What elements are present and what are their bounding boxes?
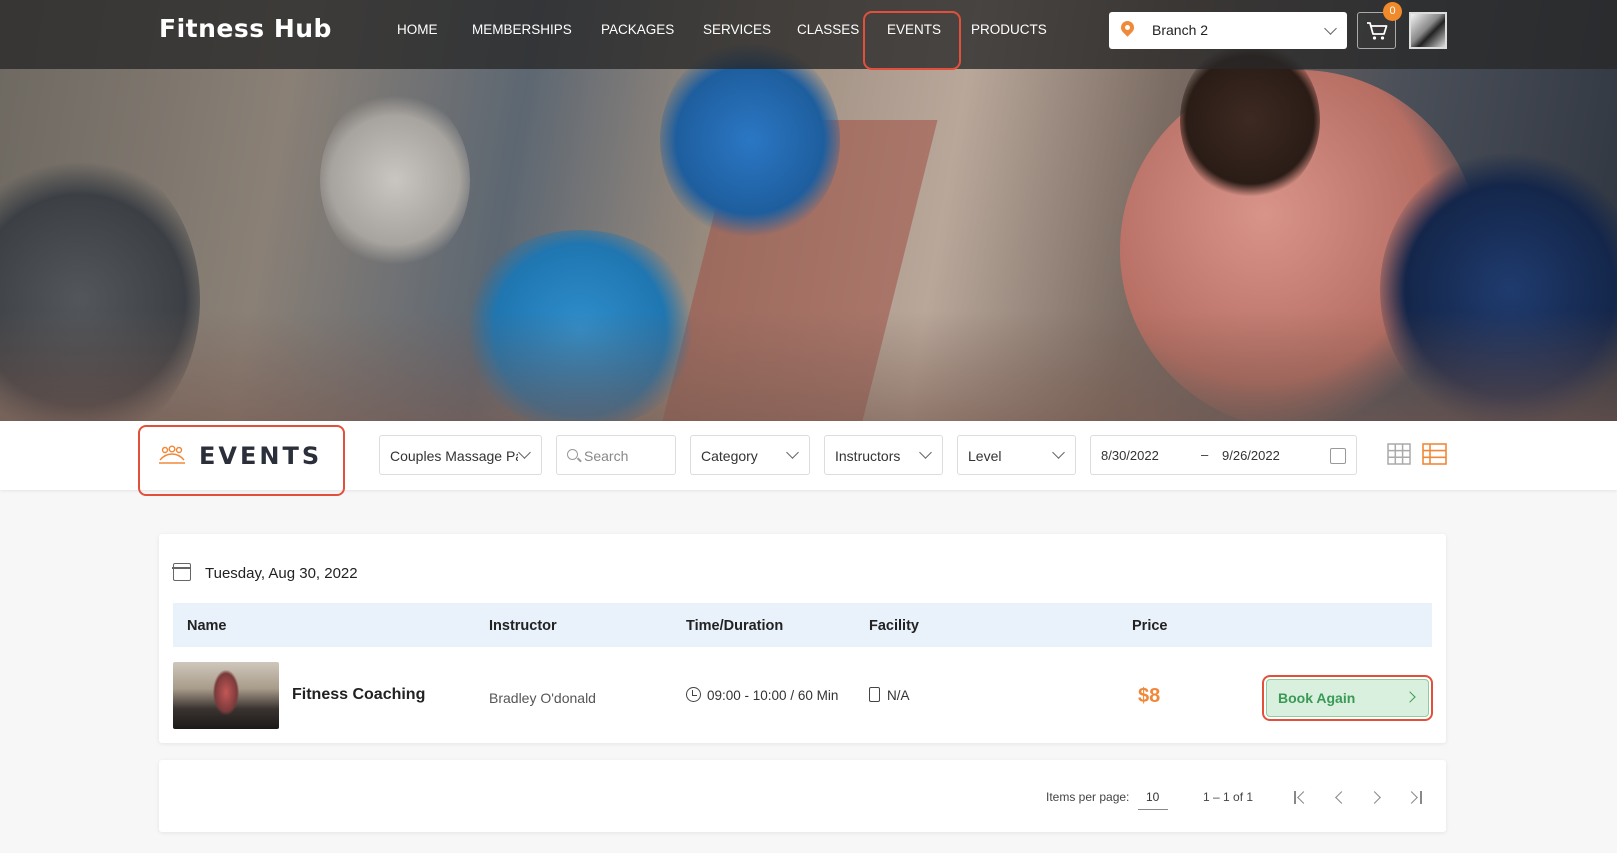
nav-memberships[interactable]: MEMBERSHIPS xyxy=(472,22,572,37)
chevron-down-icon xyxy=(518,446,531,459)
category-value: Category xyxy=(701,448,758,464)
brand-logo[interactable]: Fitness Hub xyxy=(159,14,332,43)
level-select[interactable]: Level xyxy=(957,435,1076,475)
building-icon xyxy=(869,687,880,702)
date-from[interactable]: 8/30/2022 xyxy=(1101,448,1159,463)
chevron-down-icon xyxy=(1052,446,1065,459)
calendar-icon[interactable] xyxy=(1330,448,1346,464)
grid-view-icon[interactable] xyxy=(1387,443,1411,465)
page-title: EVENTS xyxy=(199,442,323,470)
level-value: Level xyxy=(968,448,1002,464)
last-page-icon[interactable] xyxy=(1405,789,1423,807)
chevron-down-icon xyxy=(786,446,799,459)
chevron-down-icon xyxy=(1324,22,1337,35)
previous-page-icon[interactable] xyxy=(1331,789,1349,807)
first-page-icon[interactable] xyxy=(1293,789,1311,807)
event-time: 09:00 - 10:00 / 60 Min xyxy=(707,688,839,703)
category-select[interactable]: Category xyxy=(690,435,810,475)
event-type-select[interactable]: Couples Massage Pa xyxy=(379,435,542,475)
nav-home[interactable]: HOME xyxy=(397,22,438,37)
user-avatar[interactable] xyxy=(1409,12,1447,49)
date-separator: – xyxy=(1201,447,1209,462)
next-page-icon[interactable] xyxy=(1368,789,1386,807)
nav-products[interactable]: PRODUCTS xyxy=(971,22,1047,37)
location-pin-icon xyxy=(1118,18,1137,37)
calendar-icon xyxy=(172,563,191,581)
column-header-price: Price xyxy=(1132,618,1168,634)
date-range-picker[interactable]: 8/30/2022 – 9/26/2022 xyxy=(1090,435,1357,475)
clock-icon xyxy=(686,687,701,702)
event-price: $8 xyxy=(1138,685,1161,707)
event-thumbnail[interactable] xyxy=(173,662,279,729)
items-per-page-select[interactable]: 10 xyxy=(1138,788,1168,810)
table-header xyxy=(173,603,1432,647)
branch-select-value: Branch 2 xyxy=(1152,22,1209,38)
branch-select[interactable]: Branch 2 xyxy=(1109,12,1347,49)
nav-classes[interactable]: CLASSES xyxy=(797,22,859,37)
pagination-range: 1 – 1 of 1 xyxy=(1203,790,1254,804)
cart-count-badge: 0 xyxy=(1383,2,1402,21)
event-name[interactable]: Fitness Coaching xyxy=(292,686,425,704)
date-to[interactable]: 9/26/2022 xyxy=(1222,448,1280,463)
search-icon xyxy=(567,449,578,460)
list-view-icon[interactable] xyxy=(1422,443,1447,465)
search-input[interactable]: Search xyxy=(556,435,676,475)
column-header-instructor: Instructor xyxy=(489,618,557,634)
book-again-button[interactable]: Book Again xyxy=(1266,679,1429,717)
instructors-value: Instructors xyxy=(835,448,901,464)
nav-services[interactable]: SERVICES xyxy=(703,22,771,37)
column-header-facility: Facility xyxy=(869,618,919,634)
column-header-time: Time/Duration xyxy=(686,618,784,634)
people-group-icon xyxy=(159,445,185,464)
book-again-label: Book Again xyxy=(1278,690,1356,706)
chevron-down-icon xyxy=(919,446,932,459)
event-instructor: Bradley O'donald xyxy=(489,690,596,706)
items-per-page-label: Items per page: xyxy=(1046,790,1130,804)
schedule-date: Tuesday, Aug 30, 2022 xyxy=(205,565,358,582)
events-nav-highlight xyxy=(863,11,961,70)
search-placeholder: Search xyxy=(584,448,629,464)
event-type-value: Couples Massage Pa xyxy=(390,448,518,464)
nav-packages[interactable]: PACKAGES xyxy=(601,22,674,37)
chevron-right-icon xyxy=(1404,691,1416,703)
event-facility: N/A xyxy=(887,688,910,703)
column-header-name: Name xyxy=(187,618,227,634)
instructors-select[interactable]: Instructors xyxy=(824,435,943,475)
